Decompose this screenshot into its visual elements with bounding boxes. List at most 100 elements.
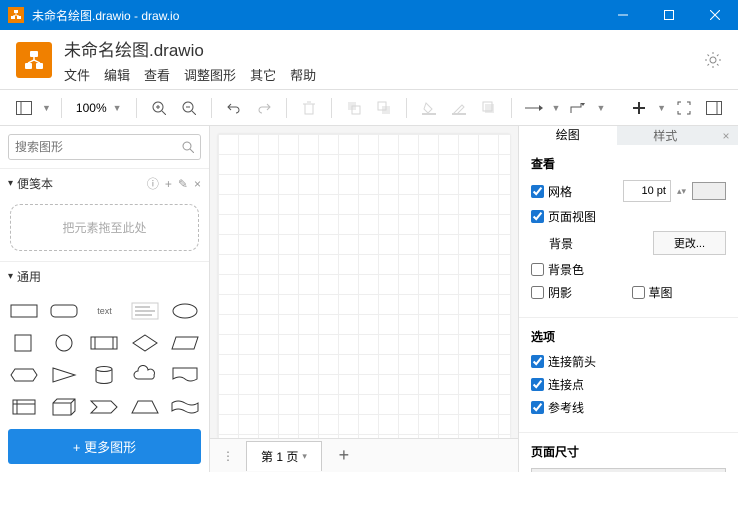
fill-color-icon[interactable] <box>417 96 441 120</box>
to-back-icon[interactable] <box>372 96 396 120</box>
zoom-in-icon[interactable] <box>147 96 171 120</box>
canvas[interactable] <box>218 134 510 438</box>
grid-color-swatch[interactable] <box>692 182 726 200</box>
scratchpad-header[interactable]: ▾ 便笺本 ⓘ + ✎ × <box>0 169 209 198</box>
shadow-checkbox[interactable] <box>531 286 544 299</box>
canvas-area: ⋮ 第 1 页 ▾ + <box>210 126 518 472</box>
menubar: 文件 编辑 查看 调整图形 其它 帮助 <box>64 65 704 84</box>
filename[interactable]: 未命名绘图.drawio <box>64 36 704 61</box>
more-shapes-button[interactable]: + 更多图形 <box>8 429 201 464</box>
shadow-toggle-icon[interactable] <box>477 96 501 120</box>
shape-diamond[interactable] <box>127 329 163 357</box>
tab-draw[interactable]: 绘图 <box>519 126 617 145</box>
background-label: 背景 <box>531 235 647 252</box>
shape-cylinder[interactable] <box>86 361 122 389</box>
shape-rounded-rect[interactable] <box>46 297 82 325</box>
toolbar: ▼ 100%▼ ▼ ▼ ▼ <box>0 90 738 126</box>
menu-adjust[interactable]: 调整图形 <box>184 65 236 84</box>
pagesize-select[interactable]: A4 (210 mm x 297 mm) <box>531 468 726 472</box>
shape-square[interactable] <box>6 329 42 357</box>
pageview-checkbox[interactable] <box>531 210 544 223</box>
shape-triangle[interactable] <box>46 361 82 389</box>
bgcolor-checkbox-label[interactable]: 背景色 <box>531 261 726 278</box>
sketch-checkbox[interactable] <box>632 286 645 299</box>
shape-cloud[interactable] <box>127 361 163 389</box>
menu-view[interactable]: 查看 <box>144 65 170 84</box>
shape-rectangle[interactable] <box>6 297 42 325</box>
close-panel-icon[interactable]: × <box>714 126 738 145</box>
view-section-title: 查看 <box>531 155 726 172</box>
shape-text[interactable]: text <box>86 297 122 325</box>
shape-cube[interactable] <box>46 393 82 421</box>
zoom-select[interactable]: 100%▼ <box>72 101 126 115</box>
window-title: 未命名绘图.drawio - draw.io <box>32 7 600 24</box>
minimize-button[interactable] <box>600 0 646 30</box>
conn-points-label[interactable]: 连接点 <box>531 376 726 393</box>
waypoint-icon[interactable] <box>566 96 590 120</box>
conn-arrows-label[interactable]: 连接箭头 <box>531 353 726 370</box>
grid-size-input[interactable] <box>623 180 671 202</box>
shape-trapezoid[interactable] <box>127 393 163 421</box>
scratchpad-dropzone[interactable]: 把元素拖至此处 <box>10 204 199 251</box>
line-color-icon[interactable] <box>447 96 471 120</box>
help-icon[interactable]: ⓘ <box>147 175 159 192</box>
shape-textbox[interactable] <box>127 297 163 325</box>
shape-circle[interactable] <box>46 329 82 357</box>
tab-style[interactable]: 样式 <box>617 126 715 145</box>
menu-other[interactable]: 其它 <box>250 65 276 84</box>
conn-arrows-checkbox[interactable] <box>531 355 544 368</box>
bgcolor-checkbox[interactable] <box>531 263 544 276</box>
general-shapes-header[interactable]: ▾ 通用 <box>0 262 209 291</box>
zoom-out-icon[interactable] <box>177 96 201 120</box>
shadow-checkbox-label[interactable]: 阴影 <box>531 284 626 301</box>
sketch-checkbox-label[interactable]: 草图 <box>632 284 727 301</box>
page-tab-1[interactable]: 第 1 页 ▾ <box>246 441 322 471</box>
search-box <box>8 134 201 160</box>
undo-icon[interactable] <box>222 96 246 120</box>
grid-checkbox-label[interactable]: 网格 <box>531 183 617 200</box>
app-icon <box>8 7 24 23</box>
guides-checkbox[interactable] <box>531 401 544 414</box>
grid-checkbox[interactable] <box>531 185 544 198</box>
menu-edit[interactable]: 编辑 <box>104 65 130 84</box>
left-panel: ▾ 便笺本 ⓘ + ✎ × 把元素拖至此处 ▾ 通用 text <box>0 126 210 472</box>
menu-file[interactable]: 文件 <box>64 65 90 84</box>
pagesize-section-title: 页面尺寸 <box>531 443 726 460</box>
close-icon[interactable]: × <box>194 177 201 191</box>
app-logo <box>16 42 52 78</box>
search-input[interactable] <box>15 140 182 154</box>
shape-process[interactable] <box>86 329 122 357</box>
guides-label[interactable]: 参考线 <box>531 399 726 416</box>
theme-toggle-icon[interactable] <box>704 51 722 69</box>
conn-points-checkbox[interactable] <box>531 378 544 391</box>
menu-help[interactable]: 帮助 <box>290 65 316 84</box>
shape-step[interactable] <box>86 393 122 421</box>
edit-icon[interactable]: ✎ <box>178 177 188 191</box>
options-section-title: 选项 <box>531 328 726 345</box>
close-button[interactable] <box>692 0 738 30</box>
fullscreen-icon[interactable] <box>672 96 696 120</box>
pageview-checkbox-label[interactable]: 页面视图 <box>531 208 726 225</box>
shape-parallelogram[interactable] <box>167 329 203 357</box>
redo-icon[interactable] <box>252 96 276 120</box>
header: 未命名绘图.drawio 文件 编辑 查看 调整图形 其它 帮助 <box>0 30 738 90</box>
shape-tape[interactable] <box>167 393 203 421</box>
shape-internal-storage[interactable] <box>6 393 42 421</box>
add-page-button[interactable]: + <box>330 442 358 470</box>
shape-hexagon[interactable] <box>6 361 42 389</box>
insert-icon[interactable] <box>627 96 651 120</box>
add-icon[interactable]: + <box>165 177 172 191</box>
sidebar-toggle-icon[interactable] <box>12 96 36 120</box>
titlebar: 未命名绘图.drawio - draw.io <box>0 0 738 30</box>
change-background-button[interactable]: 更改... <box>653 231 726 255</box>
to-front-icon[interactable] <box>342 96 366 120</box>
shapes-palette: text <box>0 291 209 421</box>
format-panel-toggle-icon[interactable] <box>702 96 726 120</box>
delete-icon[interactable] <box>297 96 321 120</box>
connection-icon[interactable] <box>522 96 546 120</box>
search-icon[interactable] <box>182 141 194 153</box>
maximize-button[interactable] <box>646 0 692 30</box>
shape-document[interactable] <box>167 361 203 389</box>
page-menu-icon[interactable]: ⋮ <box>218 449 238 463</box>
shape-ellipse[interactable] <box>167 297 203 325</box>
